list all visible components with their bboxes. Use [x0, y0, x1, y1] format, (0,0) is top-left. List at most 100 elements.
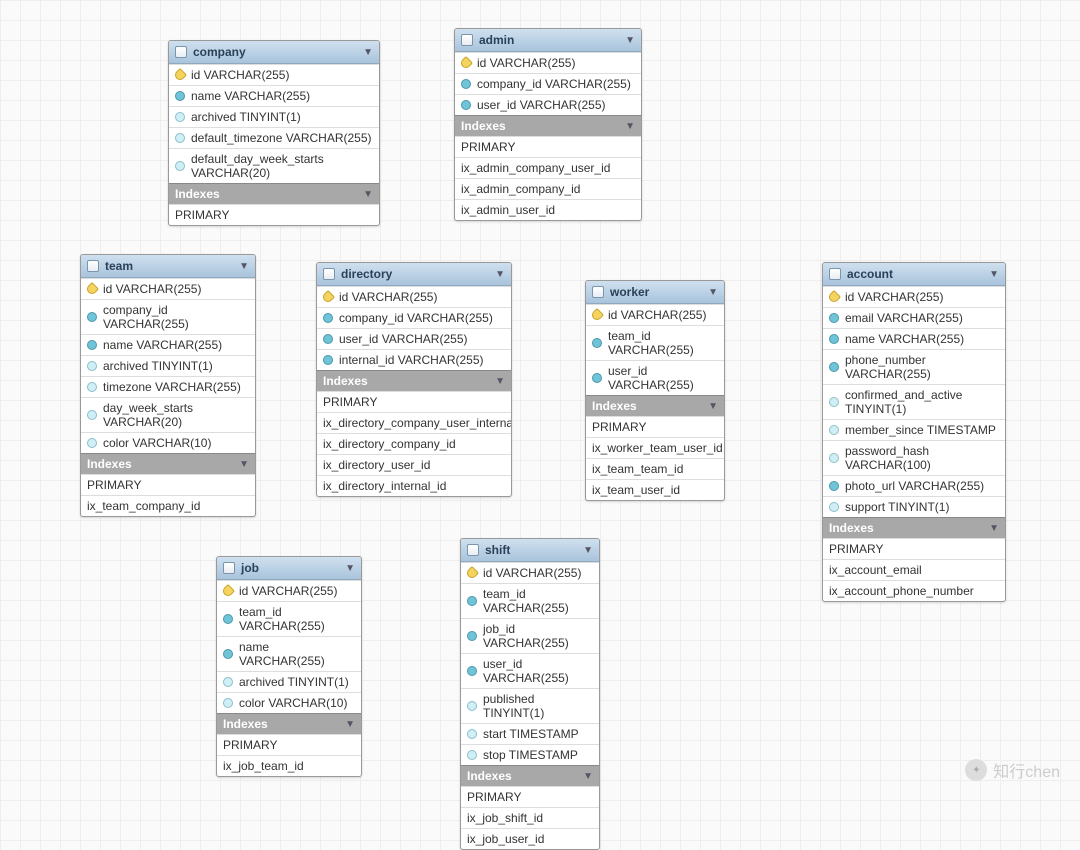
- column-row[interactable]: company_id VARCHAR(255): [317, 307, 511, 328]
- index-row[interactable]: PRIMARY: [455, 136, 641, 157]
- chevron-down-icon[interactable]: ▼: [345, 719, 355, 730]
- table-account[interactable]: account▼id VARCHAR(255)email VARCHAR(255…: [822, 262, 1006, 602]
- column-row[interactable]: name VARCHAR(255): [81, 334, 255, 355]
- index-row[interactable]: ix_admin_user_id: [455, 199, 641, 220]
- column-row[interactable]: user_id VARCHAR(255): [455, 94, 641, 115]
- column-row[interactable]: archived TINYINT(1): [169, 106, 379, 127]
- column-row[interactable]: confirmed_and_active TINYINT(1): [823, 384, 1005, 419]
- chevron-down-icon[interactable]: ▼: [363, 47, 373, 58]
- indexes-section[interactable]: Indexes▼: [169, 183, 379, 204]
- index-row[interactable]: ix_job_shift_id: [461, 807, 599, 828]
- column-row[interactable]: id VARCHAR(255): [461, 562, 599, 583]
- table-header[interactable]: company▼: [169, 41, 379, 64]
- column-row[interactable]: default_day_week_starts VARCHAR(20): [169, 148, 379, 183]
- chevron-down-icon[interactable]: ▼: [583, 545, 593, 556]
- column-row[interactable]: phone_number VARCHAR(255): [823, 349, 1005, 384]
- chevron-down-icon[interactable]: ▼: [345, 563, 355, 574]
- index-row[interactable]: ix_job_user_id: [461, 828, 599, 849]
- column-row[interactable]: default_timezone VARCHAR(255): [169, 127, 379, 148]
- index-row[interactable]: ix_directory_user_id: [317, 454, 511, 475]
- column-row[interactable]: member_since TIMESTAMP: [823, 419, 1005, 440]
- table-team[interactable]: team▼id VARCHAR(255)company_id VARCHAR(2…: [80, 254, 256, 517]
- index-row[interactable]: PRIMARY: [81, 474, 255, 495]
- column-row[interactable]: day_week_starts VARCHAR(20): [81, 397, 255, 432]
- column-row[interactable]: id VARCHAR(255): [455, 52, 641, 73]
- column-row[interactable]: stop TIMESTAMP: [461, 744, 599, 765]
- index-row[interactable]: ix_directory_company_id: [317, 433, 511, 454]
- table-header[interactable]: directory▼: [317, 263, 511, 286]
- column-row[interactable]: job_id VARCHAR(255): [461, 618, 599, 653]
- chevron-down-icon[interactable]: ▼: [708, 401, 718, 412]
- index-row[interactable]: ix_job_team_id: [217, 755, 361, 776]
- index-row[interactable]: PRIMARY: [586, 416, 724, 437]
- column-row[interactable]: id VARCHAR(255): [823, 286, 1005, 307]
- table-header[interactable]: account▼: [823, 263, 1005, 286]
- column-row[interactable]: published TINYINT(1): [461, 688, 599, 723]
- column-row[interactable]: id VARCHAR(255): [169, 64, 379, 85]
- index-row[interactable]: ix_team_user_id: [586, 479, 724, 500]
- chevron-down-icon[interactable]: ▼: [363, 189, 373, 200]
- indexes-section[interactable]: Indexes▼: [586, 395, 724, 416]
- column-row[interactable]: id VARCHAR(255): [217, 580, 361, 601]
- column-row[interactable]: support TINYINT(1): [823, 496, 1005, 517]
- table-header[interactable]: admin▼: [455, 29, 641, 52]
- chevron-down-icon[interactable]: ▼: [989, 523, 999, 534]
- column-row[interactable]: timezone VARCHAR(255): [81, 376, 255, 397]
- index-row[interactable]: ix_worker_team_user_id: [586, 437, 724, 458]
- column-row[interactable]: team_id VARCHAR(255): [586, 325, 724, 360]
- table-header[interactable]: shift▼: [461, 539, 599, 562]
- chevron-down-icon[interactable]: ▼: [625, 121, 635, 132]
- column-row[interactable]: color VARCHAR(10): [81, 432, 255, 453]
- column-row[interactable]: name VARCHAR(255): [217, 636, 361, 671]
- index-row[interactable]: ix_team_company_id: [81, 495, 255, 516]
- column-row[interactable]: color VARCHAR(10): [217, 692, 361, 713]
- index-row[interactable]: ix_directory_internal_id: [317, 475, 511, 496]
- index-row[interactable]: ix_directory_company_user_internal_id: [317, 412, 511, 433]
- column-row[interactable]: name VARCHAR(255): [823, 328, 1005, 349]
- column-row[interactable]: user_id VARCHAR(255): [586, 360, 724, 395]
- column-row[interactable]: team_id VARCHAR(255): [461, 583, 599, 618]
- table-job[interactable]: job▼id VARCHAR(255)team_id VARCHAR(255)n…: [216, 556, 362, 777]
- indexes-section[interactable]: Indexes▼: [217, 713, 361, 734]
- index-row[interactable]: PRIMARY: [169, 204, 379, 225]
- table-directory[interactable]: directory▼id VARCHAR(255)company_id VARC…: [316, 262, 512, 497]
- column-row[interactable]: email VARCHAR(255): [823, 307, 1005, 328]
- table-header[interactable]: worker▼: [586, 281, 724, 304]
- indexes-section[interactable]: Indexes▼: [81, 453, 255, 474]
- column-row[interactable]: id VARCHAR(255): [317, 286, 511, 307]
- indexes-section[interactable]: Indexes▼: [461, 765, 599, 786]
- column-row[interactable]: user_id VARCHAR(255): [461, 653, 599, 688]
- chevron-down-icon[interactable]: ▼: [989, 269, 999, 280]
- indexes-section[interactable]: Indexes▼: [823, 517, 1005, 538]
- table-shift[interactable]: shift▼id VARCHAR(255)team_id VARCHAR(255…: [460, 538, 600, 850]
- index-row[interactable]: PRIMARY: [317, 391, 511, 412]
- chevron-down-icon[interactable]: ▼: [239, 459, 249, 470]
- column-row[interactable]: company_id VARCHAR(255): [81, 299, 255, 334]
- table-company[interactable]: company▼id VARCHAR(255)name VARCHAR(255)…: [168, 40, 380, 226]
- table-header[interactable]: job▼: [217, 557, 361, 580]
- index-row[interactable]: ix_admin_company_id: [455, 178, 641, 199]
- index-row[interactable]: PRIMARY: [461, 786, 599, 807]
- chevron-down-icon[interactable]: ▼: [495, 376, 505, 387]
- index-row[interactable]: PRIMARY: [217, 734, 361, 755]
- column-row[interactable]: name VARCHAR(255): [169, 85, 379, 106]
- column-row[interactable]: password_hash VARCHAR(100): [823, 440, 1005, 475]
- table-header[interactable]: team▼: [81, 255, 255, 278]
- column-row[interactable]: company_id VARCHAR(255): [455, 73, 641, 94]
- index-row[interactable]: ix_account_email: [823, 559, 1005, 580]
- column-row[interactable]: archived TINYINT(1): [81, 355, 255, 376]
- chevron-down-icon[interactable]: ▼: [239, 261, 249, 272]
- indexes-section[interactable]: Indexes▼: [317, 370, 511, 391]
- column-row[interactable]: internal_id VARCHAR(255): [317, 349, 511, 370]
- chevron-down-icon[interactable]: ▼: [625, 35, 635, 46]
- chevron-down-icon[interactable]: ▼: [583, 771, 593, 782]
- column-row[interactable]: id VARCHAR(255): [586, 304, 724, 325]
- table-admin[interactable]: admin▼id VARCHAR(255)company_id VARCHAR(…: [454, 28, 642, 221]
- column-row[interactable]: id VARCHAR(255): [81, 278, 255, 299]
- index-row[interactable]: ix_account_phone_number: [823, 580, 1005, 601]
- column-row[interactable]: start TIMESTAMP: [461, 723, 599, 744]
- column-row[interactable]: photo_url VARCHAR(255): [823, 475, 1005, 496]
- index-row[interactable]: ix_admin_company_user_id: [455, 157, 641, 178]
- column-row[interactable]: archived TINYINT(1): [217, 671, 361, 692]
- indexes-section[interactable]: Indexes▼: [455, 115, 641, 136]
